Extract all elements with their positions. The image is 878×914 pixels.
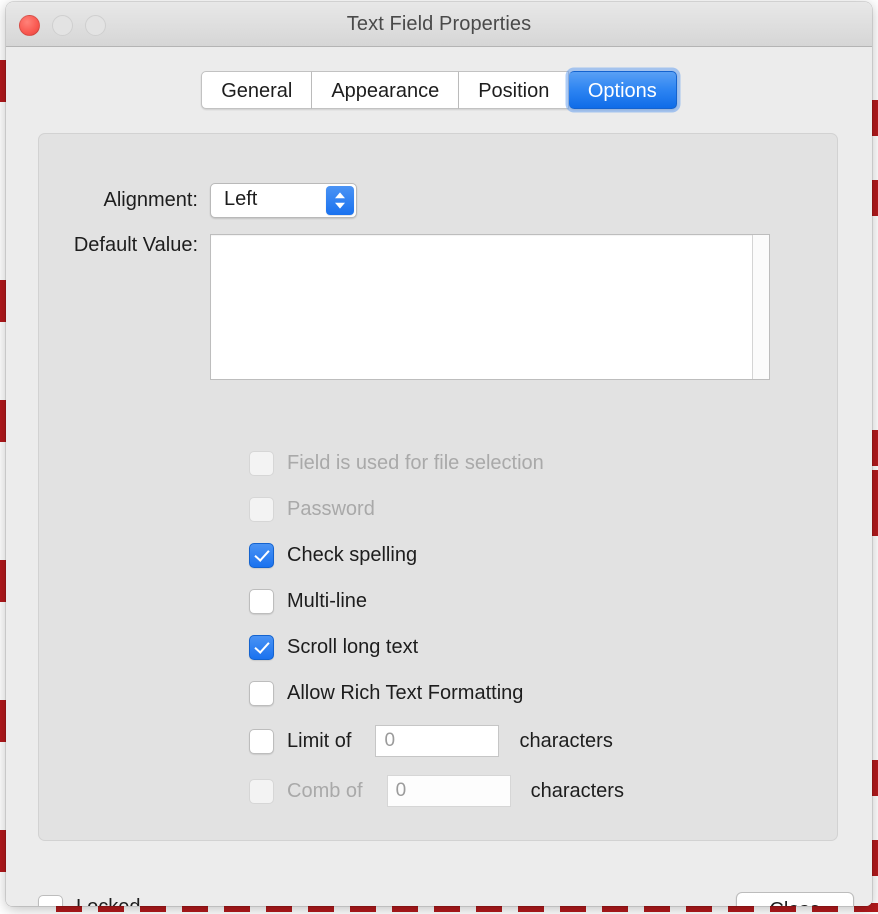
default-value-row: Default Value:: [39, 234, 837, 380]
limit-of-label: Limit of: [287, 729, 352, 752]
alignment-select[interactable]: Left: [210, 182, 357, 218]
checkbox-label-allow-rich-text: Allow Rich Text Formatting: [287, 681, 524, 704]
window-title: Text Field Properties: [346, 13, 532, 35]
checkbox-check-spelling[interactable]: [249, 542, 274, 568]
checkbox-row-password[interactable]: Password: [249, 494, 375, 524]
tab-bar: General Appearance Position Options: [6, 71, 872, 115]
default-value-label: Default Value:: [73, 234, 198, 256]
window-titlebar: Text Field Properties: [6, 2, 872, 47]
locked-row[interactable]: Locked: [38, 895, 141, 906]
checkbox-row-scroll-long-text[interactable]: Scroll long text: [249, 632, 418, 662]
default-value-field-wrap: [210, 234, 770, 380]
checkbox-password: [249, 496, 274, 522]
comb-of-row: Comb of characters: [249, 775, 624, 807]
chevron-up-down-icon[interactable]: [326, 185, 354, 215]
checkbox-limit-of[interactable]: [249, 728, 274, 754]
tab-general[interactable]: General: [201, 71, 313, 109]
comb-of-label: Comb of: [287, 779, 363, 802]
tab-options[interactable]: Options: [568, 71, 677, 109]
close-button[interactable]: Close: [736, 892, 854, 906]
checkbox-multi-line[interactable]: [249, 588, 274, 614]
checkbox-file-selection: [249, 450, 274, 476]
tab-appearance[interactable]: Appearance: [312, 71, 460, 109]
checkbox-scroll-long-text[interactable]: [249, 634, 274, 660]
checkbox-label-file-selection: Field is used for file selection: [287, 451, 544, 474]
options-panel: Alignment: Left Default Value: Field is …: [38, 133, 838, 841]
comb-of-unit: characters: [530, 779, 624, 802]
alignment-selected-value: Left: [224, 187, 258, 210]
checkbox-allow-rich-text[interactable]: [249, 680, 274, 706]
checkbox-row-file-selection[interactable]: Field is used for file selection: [249, 448, 544, 478]
checkbox-label-check-spelling: Check spelling: [287, 543, 418, 566]
checkbox-label-scroll-long-text: Scroll long text: [287, 635, 419, 658]
checkbox-locked[interactable]: [38, 895, 63, 906]
tab-position[interactable]: Position: [459, 71, 570, 109]
comb-of-input: [386, 775, 511, 807]
default-value-scrollbar[interactable]: [752, 235, 769, 379]
locked-label: Locked: [76, 896, 141, 906]
window-body: General Appearance Position Options Alig…: [6, 47, 872, 906]
checkbox-row-multi-line[interactable]: Multi-line: [249, 586, 367, 616]
limit-of-input[interactable]: [375, 725, 500, 757]
checkbox-row-rich-text[interactable]: Allow Rich Text Formatting: [249, 678, 523, 708]
alignment-label: Alignment:: [103, 188, 199, 211]
checkbox-label-password: Password: [287, 497, 375, 520]
text-field-properties-window: Text Field Properties General Appearance…: [6, 2, 872, 906]
checkbox-row-check-spelling[interactable]: Check spelling: [249, 540, 417, 570]
default-value-input[interactable]: [211, 235, 753, 379]
checkbox-comb-of: [249, 778, 274, 804]
limit-of-unit: characters: [519, 729, 613, 752]
limit-of-row: Limit of characters: [249, 725, 613, 757]
alignment-row: Alignment: Left: [39, 182, 837, 218]
checkbox-label-multi-line: Multi-line: [287, 589, 368, 612]
